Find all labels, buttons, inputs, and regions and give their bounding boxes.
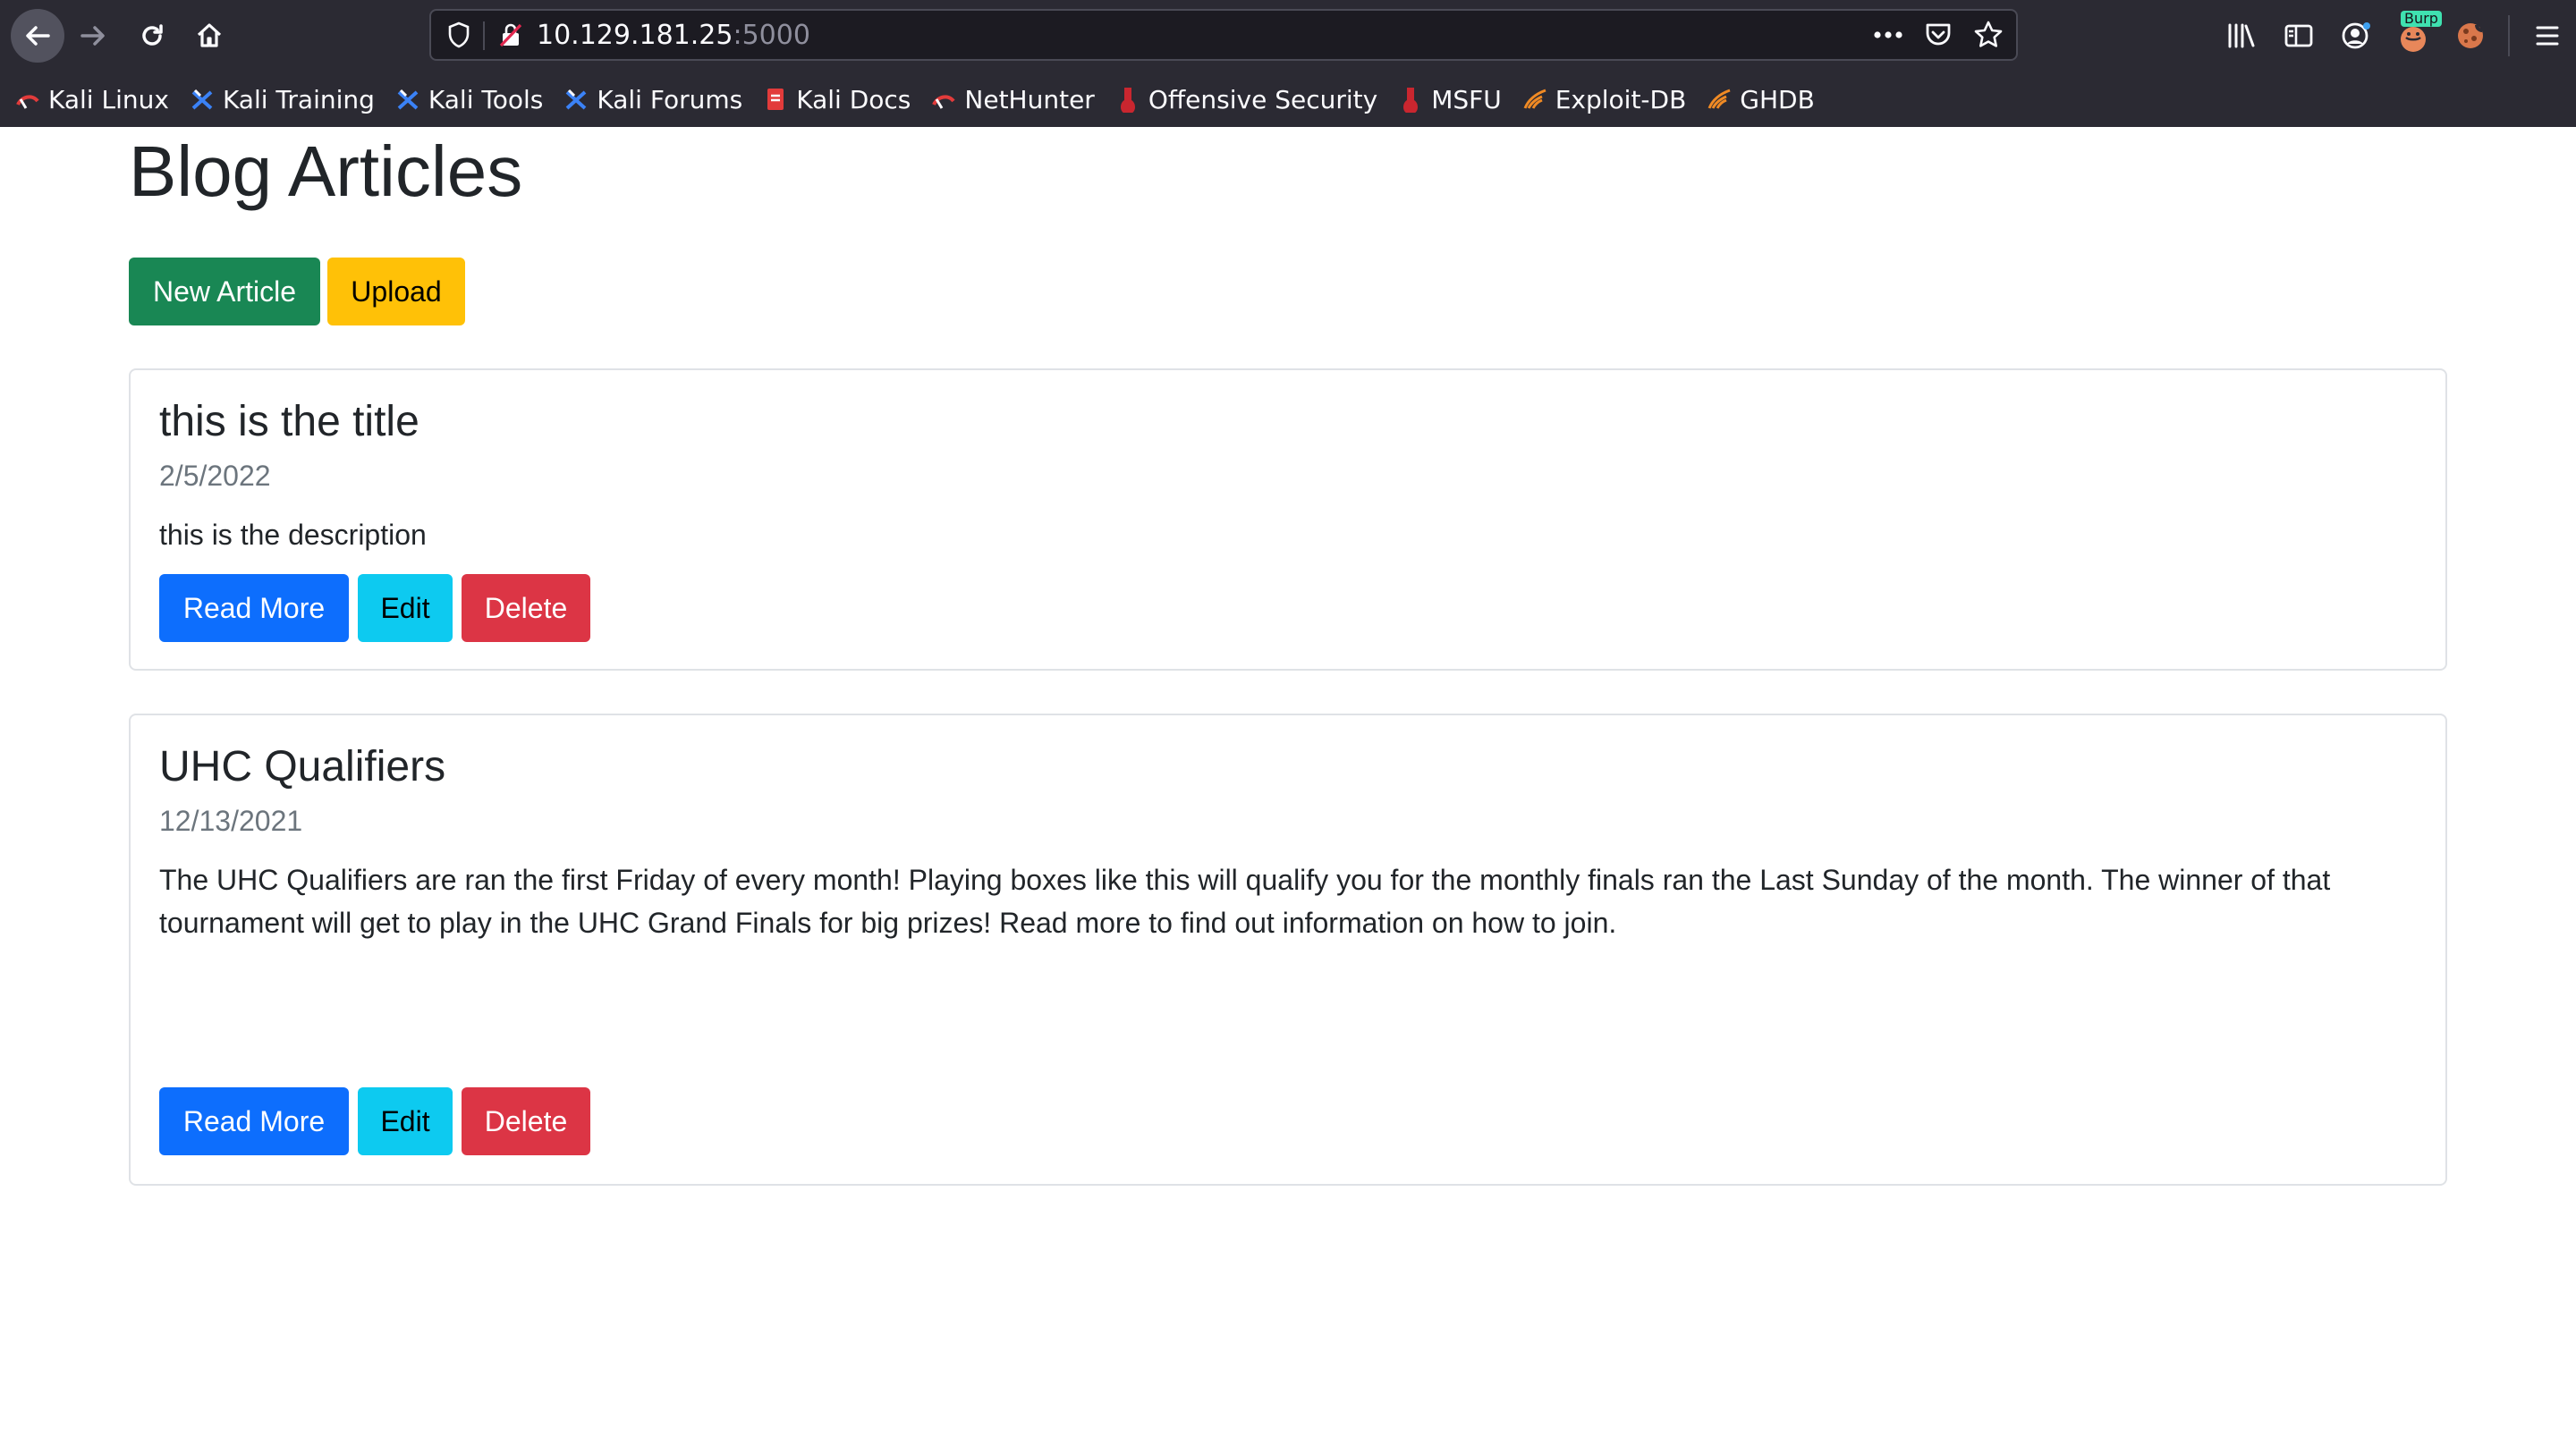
page-title: Blog Articles <box>129 131 523 211</box>
article-card: this is the title 2/5/2022 this is the d… <box>129 368 2447 671</box>
new-article-button[interactable]: New Article <box>129 258 320 325</box>
hamburger-menu-icon[interactable] <box>2519 9 2576 63</box>
bookmark-label: Kali Tools <box>428 84 544 114</box>
article-description: The UHC Qualifiers are ran the first Fri… <box>159 864 2331 939</box>
offsec-icon <box>1114 86 1141 113</box>
edit-button[interactable]: Edit <box>358 1087 453 1155</box>
bookmark-exploit-db[interactable]: Exploit-DB <box>1521 84 1687 114</box>
toolbar-separator <box>2508 15 2510 56</box>
burp-extension-icon[interactable]: Burp <box>2385 9 2442 63</box>
delete-button[interactable]: Delete <box>462 1087 590 1155</box>
library-icon[interactable] <box>2213 9 2270 63</box>
back-button[interactable] <box>11 9 64 63</box>
tracking-shield-icon[interactable] <box>444 20 474 50</box>
bookmark-kali-tools[interactable]: Kali Tools <box>394 85 543 114</box>
reload-button[interactable] <box>125 9 179 63</box>
arrow-right-icon <box>80 26 105 46</box>
bookmark-label: Kali Docs <box>796 84 911 114</box>
kali-dragon-icon <box>14 86 41 113</box>
bookmark-kali-docs[interactable]: Kali Docs <box>762 85 911 114</box>
kali-dragon-icon <box>930 86 957 113</box>
page-content: Blog Articles New Article Upload this is… <box>0 127 2576 1445</box>
article-title: this is the title <box>159 398 419 445</box>
article-date: 2/5/2022 <box>159 460 271 492</box>
url-separator <box>483 21 485 50</box>
burp-badge: Burp <box>2401 11 2442 27</box>
url-port: :5000 <box>733 20 810 51</box>
bookmark-label: Kali Linux <box>48 84 169 114</box>
insecure-lock-icon[interactable] <box>496 20 526 50</box>
home-icon <box>197 23 222 47</box>
bookmarks-toolbar: Kali Linux Kali Training Kali Tools Kali… <box>14 79 1815 120</box>
pocket-icon[interactable] <box>1921 18 1955 52</box>
bookmark-label: Exploit-DB <box>1555 84 1687 114</box>
exploit-db-icon <box>1706 86 1733 113</box>
kali-tools-icon <box>394 86 421 113</box>
delete-button[interactable]: Delete <box>462 574 590 642</box>
home-button[interactable] <box>182 9 236 63</box>
toolbar-right: Burp <box>2213 9 2576 63</box>
top-actions: New Article Upload <box>129 258 465 325</box>
url-text[interactable]: 10.129.181.25:5000 <box>537 20 810 52</box>
bookmark-offensive-security[interactable]: Offensive Security <box>1114 85 1377 114</box>
bookmark-label: GHDB <box>1740 84 1815 114</box>
bookmark-kali-training[interactable]: Kali Training <box>189 85 375 114</box>
browser-chrome: 10.129.181.25:5000 Burp Kali Linux Kali … <box>0 0 2576 127</box>
article-actions: Read More Edit Delete <box>159 1087 590 1155</box>
arrow-left-icon <box>26 26 50 46</box>
reload-icon <box>142 24 163 46</box>
upload-button[interactable]: Upload <box>327 258 465 325</box>
offsec-icon <box>1397 86 1424 113</box>
bookmark-label: MSFU <box>1431 84 1502 114</box>
sidebar-icon[interactable] <box>2270 9 2327 63</box>
exploit-db-icon <box>1521 86 1548 113</box>
kali-docs-icon <box>762 86 789 113</box>
read-more-button[interactable]: Read More <box>159 574 349 642</box>
article-title: UHC Qualifiers <box>159 743 446 790</box>
account-icon[interactable] <box>2327 9 2385 63</box>
bookmark-label: Kali Training <box>222 84 375 114</box>
edit-button[interactable]: Edit <box>358 574 453 642</box>
bookmark-ghdb[interactable]: GHDB <box>1706 85 1815 114</box>
bookmark-kali-forums[interactable]: Kali Forums <box>563 85 742 114</box>
cookie-extension-icon[interactable] <box>2442 9 2499 63</box>
bookmark-label: Kali Forums <box>597 84 743 114</box>
article-date: 12/13/2021 <box>159 805 303 837</box>
bookmark-kali-linux[interactable]: Kali Linux <box>14 85 169 114</box>
bookmark-label: Offensive Security <box>1148 84 1378 114</box>
bookmark-nethunter[interactable]: NetHunter <box>930 84 1095 114</box>
url-host: 10.129.181.25 <box>537 20 733 51</box>
article-card: UHC Qualifiers 12/13/2021 The UHC Qualif… <box>129 714 2447 1186</box>
bookmark-star-icon[interactable] <box>1971 18 2005 52</box>
bookmark-label: NetHunter <box>964 84 1095 114</box>
url-bar[interactable]: 10.129.181.25:5000 <box>429 9 2018 61</box>
kali-tools-icon <box>189 86 216 113</box>
kali-tools-icon <box>563 86 589 113</box>
article-description: this is the description <box>159 519 427 551</box>
read-more-button[interactable]: Read More <box>159 1087 349 1155</box>
forward-button[interactable] <box>66 9 120 63</box>
article-actions: Read More Edit Delete <box>159 574 590 642</box>
page-actions-menu-icon[interactable] <box>1871 18 1905 52</box>
bookmark-msfu[interactable]: MSFU <box>1397 85 1502 114</box>
url-actions <box>1871 18 2005 52</box>
